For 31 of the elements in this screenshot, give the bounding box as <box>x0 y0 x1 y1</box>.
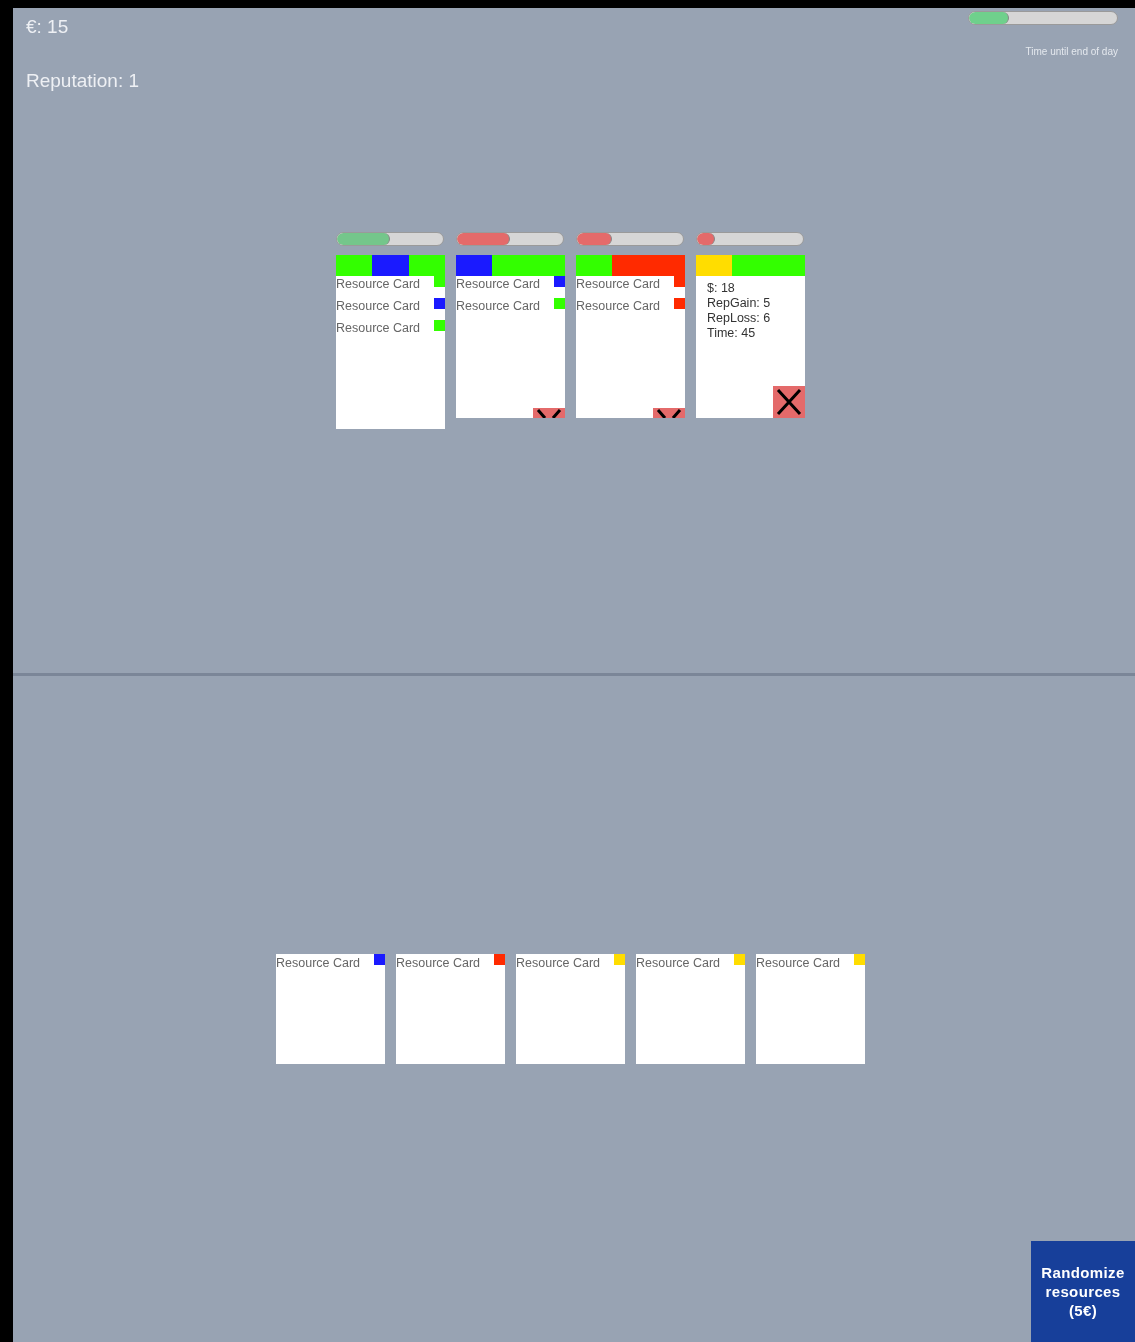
money-counter: €: 15 <box>26 15 70 39</box>
close-button[interactable] <box>533 408 565 418</box>
order-stat: $: 18 <box>707 281 736 296</box>
resource-card[interactable]: Resource Card <box>396 954 505 1064</box>
resource-label: Resource Card <box>456 276 541 292</box>
resource-label: Resource Card <box>516 955 601 971</box>
resource-card[interactable]: Resource Card <box>276 954 385 1064</box>
resource-card[interactable]: Resource Card <box>516 954 625 1064</box>
resource-label: Resource Card <box>336 320 421 336</box>
order-stat: Time: 45 <box>707 326 757 341</box>
resource-label: Resource Card <box>576 298 661 314</box>
resource-label: Resource Card <box>336 276 421 292</box>
reputation-counter: Reputation: 1 <box>26 69 140 93</box>
close-icon <box>535 408 563 418</box>
resource-label: Resource Card <box>576 276 661 292</box>
close-icon <box>655 408 683 418</box>
close-icon <box>775 388 803 416</box>
resource-label: Resource Card <box>276 955 361 971</box>
order-stat: RepGain: 5 <box>707 296 772 311</box>
resource-label: Resource Card <box>396 955 481 971</box>
order-stat: RepLoss: 6 <box>707 311 772 326</box>
resource-label: Resource Card <box>456 298 541 314</box>
close-button[interactable] <box>773 386 805 418</box>
resource-label: Resource Card <box>636 955 721 971</box>
close-button[interactable] <box>653 408 685 418</box>
timer-label: Time until end of day <box>1025 45 1118 59</box>
randomize-button[interactable]: Randomize resources (5€) <box>1031 1241 1135 1342</box>
resource-label: Resource Card <box>756 955 841 971</box>
resource-card[interactable]: Resource Card <box>636 954 745 1064</box>
resource-label: Resource Card <box>336 298 421 314</box>
resource-card[interactable]: Resource Card <box>756 954 865 1064</box>
